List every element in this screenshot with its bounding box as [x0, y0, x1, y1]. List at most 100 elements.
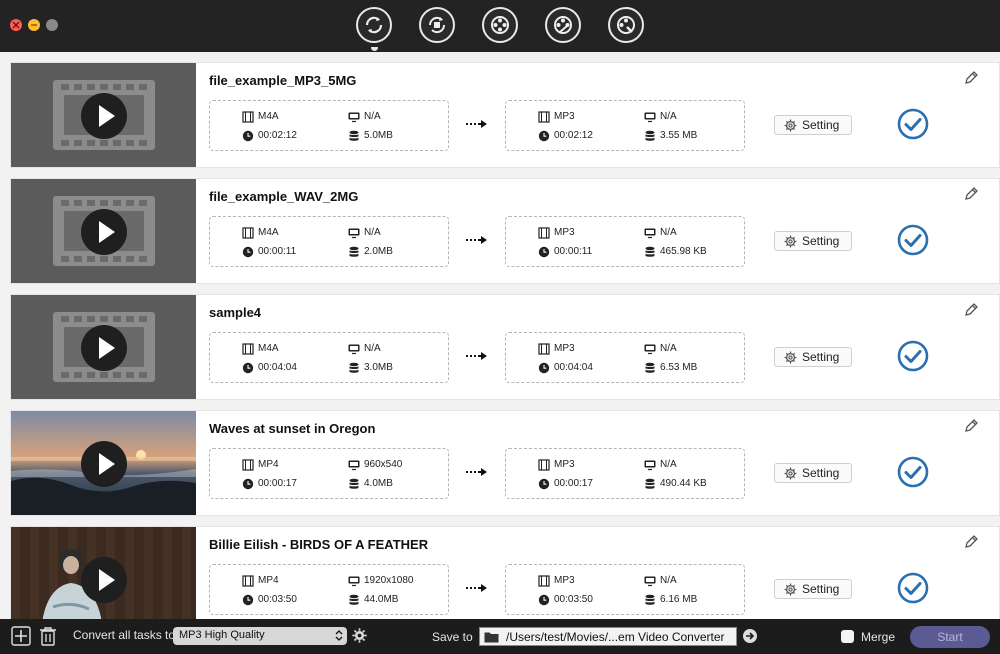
zoom-window-button[interactable] [46, 19, 58, 31]
video-thumbnail[interactable] [11, 527, 196, 619]
setting-label: Setting [802, 118, 840, 132]
setting-button[interactable]: Setting [774, 347, 852, 367]
title-bar [0, 0, 1000, 52]
pencil-icon[interactable] [963, 534, 979, 550]
film-icon [538, 575, 550, 587]
convert-arrow-icon [466, 352, 487, 360]
checkmark-circle-icon[interactable] [897, 456, 929, 488]
output-format-select[interactable]: MP3 High Quality [173, 627, 347, 645]
minimize-window-button[interactable] [28, 19, 40, 31]
task-file-name: Billie Eilish - BIRDS OF A FEATHER [209, 537, 429, 552]
setting-button[interactable]: Setting [774, 463, 852, 483]
film-reel-tab-button[interactable] [482, 7, 518, 43]
film-icon [538, 343, 550, 355]
gear-icon[interactable] [352, 628, 367, 643]
setting-label: Setting [802, 234, 840, 248]
merge-label: Merge [861, 630, 896, 644]
source-info-box: M4A N/A 00:02:12 5.0MB [209, 100, 449, 151]
film-settings-icon [617, 16, 635, 34]
checkmark-circle-icon[interactable] [897, 108, 929, 140]
clock-icon [242, 130, 254, 142]
play-icon[interactable] [81, 441, 127, 487]
clock-icon [538, 246, 550, 258]
checkmark-circle-icon[interactable] [897, 572, 929, 604]
pencil-icon[interactable] [963, 302, 979, 318]
monitor-icon [644, 228, 656, 239]
video-thumbnail[interactable] [11, 295, 196, 399]
database-icon [349, 246, 359, 257]
target-info-box: MP3 N/A 00:04:04 6.53 MB [505, 332, 745, 383]
film-reel-icon [491, 16, 509, 34]
task-file-name: Waves at sunset in Oregon [209, 421, 376, 436]
film-settings-tab-button[interactable] [608, 7, 644, 43]
database-icon [645, 362, 655, 373]
gear-icon [784, 583, 797, 596]
play-icon[interactable] [81, 209, 127, 255]
monitor-icon [644, 576, 656, 587]
film-icon [242, 343, 254, 355]
monitor-icon [348, 576, 360, 587]
task-list: file_example_MP3_5MG M4A N/A 00:02:12 5.… [0, 52, 1000, 619]
clock-icon [538, 362, 550, 374]
source-info-box: M4A N/A 00:00:11 2.0MB [209, 216, 449, 267]
convert-arrow-icon [466, 468, 487, 476]
play-icon[interactable] [81, 93, 127, 139]
chevron-updown-icon [335, 630, 343, 641]
bottom-bar: Convert all tasks to MP3 High Quality Sa… [0, 619, 1000, 654]
convert-all-label: Convert all tasks to [73, 628, 176, 642]
merge-checkbox[interactable] [841, 630, 854, 643]
save-path-field[interactable]: /Users/test/Movies/...em Video Converter [479, 627, 737, 646]
monitor-icon [644, 344, 656, 355]
gear-icon [784, 235, 797, 248]
play-icon[interactable] [81, 557, 127, 603]
monitor-icon [644, 112, 656, 123]
film-icon [242, 459, 254, 471]
target-info-box: MP3 N/A 00:00:11 465.98 KB [505, 216, 745, 267]
video-thumbnail[interactable] [11, 411, 196, 515]
database-icon [645, 246, 655, 257]
gear-icon [784, 119, 797, 132]
monitor-icon [644, 460, 656, 471]
film-edit-tab-button[interactable] [545, 7, 581, 43]
trash-icon[interactable] [39, 626, 57, 646]
task-file-name: file_example_WAV_2MG [209, 189, 359, 204]
pencil-icon[interactable] [963, 418, 979, 434]
start-button[interactable]: Start [910, 626, 990, 648]
task-file-name: sample4 [209, 305, 262, 320]
monitor-icon [348, 112, 360, 123]
target-info-box: MP3 N/A 00:03:50 6.16 MB [505, 564, 745, 615]
monitor-icon [348, 460, 360, 471]
convert-icon [365, 16, 383, 34]
film-icon [538, 111, 550, 123]
output-format-value: MP3 High Quality [179, 629, 265, 641]
video-convert-icon [428, 16, 446, 34]
task-row: Waves at sunset in Oregon MP4 960x540 00… [10, 410, 1000, 516]
pencil-icon[interactable] [963, 186, 979, 202]
save-to-label: Save to [432, 630, 473, 644]
target-info-box: MP3 N/A 00:00:17 490.44 KB [505, 448, 745, 499]
film-icon [538, 459, 550, 471]
play-icon[interactable] [81, 325, 127, 371]
clock-icon [242, 594, 254, 606]
convert-tab-button[interactable] [356, 7, 392, 51]
setting-button[interactable]: Setting [774, 115, 852, 135]
video-thumbnail[interactable] [11, 63, 196, 167]
task-row: file_example_WAV_2MG M4A N/A 00:00:11 2.… [10, 178, 1000, 284]
setting-label: Setting [802, 350, 840, 364]
checkmark-circle-icon[interactable] [897, 224, 929, 256]
setting-label: Setting [802, 582, 840, 596]
database-icon [645, 594, 655, 605]
checkmark-circle-icon[interactable] [897, 340, 929, 372]
clock-icon [538, 594, 550, 606]
clock-icon [538, 130, 550, 142]
database-icon [349, 594, 359, 605]
video-convert-tab-button[interactable] [419, 7, 455, 43]
close-window-button[interactable] [10, 19, 22, 31]
pencil-icon[interactable] [963, 70, 979, 86]
setting-button[interactable]: Setting [774, 579, 852, 599]
add-file-icon[interactable] [11, 626, 31, 646]
setting-button[interactable]: Setting [774, 231, 852, 251]
arrow-right-circle-icon[interactable] [742, 628, 758, 644]
database-icon [645, 478, 655, 489]
video-thumbnail[interactable] [11, 179, 196, 283]
